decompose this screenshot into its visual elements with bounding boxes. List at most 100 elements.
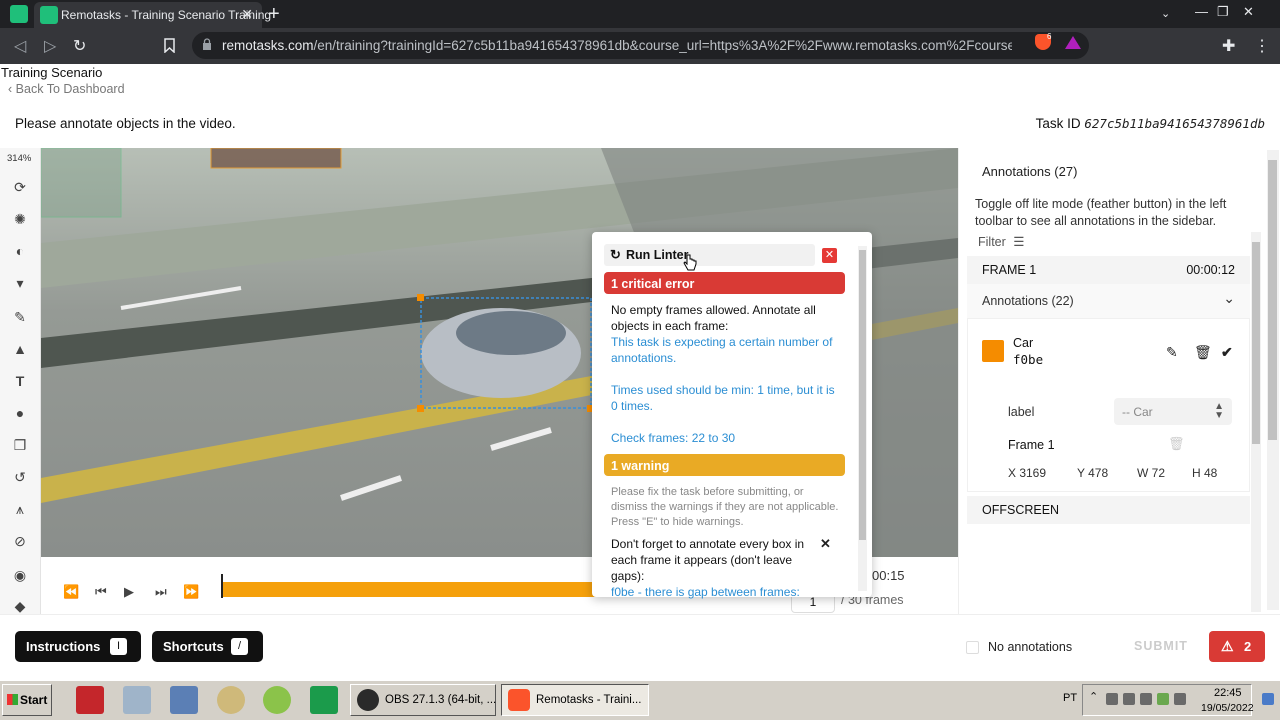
filezilla-icon[interactable]: [76, 686, 104, 714]
new-tab-icon[interactable]: +: [268, 3, 280, 26]
instructions-button[interactable]: Instructions I: [15, 631, 141, 662]
back-link-label: Back To Dashboard: [15, 82, 125, 96]
fast-forward-icon[interactable]: ⏩: [183, 584, 199, 600]
errors-button[interactable]: ⚠ 2: [1209, 631, 1265, 662]
obs-icon: [357, 689, 379, 711]
box-w: W 72: [1137, 466, 1166, 480]
tray-sync-icon[interactable]: [1157, 693, 1169, 705]
error-detail: This task is expecting a certain number …: [611, 335, 833, 365]
offscreen-section[interactable]: OFFSCREEN: [967, 496, 1250, 524]
brush-icon[interactable]: ▾: [10, 273, 30, 293]
warning-detail[interactable]: f0be - there is gap between frames:: [611, 584, 841, 600]
tray-network-icon[interactable]: [1174, 693, 1186, 705]
forward-icon[interactable]: ▷: [44, 36, 56, 56]
copy-icon[interactable]: ❐: [10, 435, 30, 455]
brave-rewards-icon[interactable]: [1065, 36, 1081, 49]
close-linter-icon[interactable]: ✕: [822, 248, 837, 263]
check-frames-link[interactable]: Check frames: 22 to 30: [611, 430, 841, 446]
tab-title: Remotasks - Training Scenario Training: [61, 8, 272, 22]
box-x: X 3169: [1008, 466, 1047, 480]
frame-header[interactable]: FRAME 1 00:00:12: [967, 256, 1250, 284]
menu-icon[interactable]: ⋮: [1254, 36, 1270, 56]
browser-tab-active[interactable]: Remotasks - Training Scenario Training ✕: [34, 2, 271, 28]
delete-trash-icon[interactable]: 🗑: [1194, 344, 1212, 361]
palette-icon[interactable]: ◉: [10, 565, 30, 585]
minimize-window-icon[interactable]: —: [1195, 4, 1208, 19]
warning-title: Don't forget to annotate every box in ea…: [611, 537, 805, 583]
tab-search-chevron-icon[interactable]: ⌄: [1161, 7, 1170, 20]
close-tab-icon[interactable]: ✕: [241, 6, 253, 23]
reload-icon[interactable]: ↻: [73, 36, 86, 56]
play-icon[interactable]: ▶: [124, 584, 134, 600]
dismiss-warning-icon[interactable]: ✕: [820, 536, 831, 552]
text-icon[interactable]: T: [10, 371, 30, 391]
comments-icon[interactable]: ●: [10, 403, 30, 423]
label-select[interactable]: -- Car ▲ ▼: [1114, 398, 1232, 425]
start-button[interactable]: Start: [2, 684, 52, 716]
previous-frame-icon[interactable]: ⏮: [95, 584, 107, 600]
next-frame-icon[interactable]: ⏭: [155, 584, 167, 600]
calculator-icon[interactable]: [123, 686, 151, 714]
annotations-list-scrollbar-thumb[interactable]: [1252, 242, 1260, 444]
box-y: Y 478: [1077, 466, 1109, 480]
back-to-dashboard-link[interactable]: ‹ Back To Dashboard: [8, 82, 125, 96]
chevron-down-icon[interactable]: ⌄: [1223, 290, 1235, 307]
language-indicator[interactable]: PT: [1063, 692, 1077, 704]
warning-triangle-icon: ⚠: [1221, 638, 1234, 654]
playhead[interactable]: [221, 574, 223, 598]
taskbar-remotasks[interactable]: Remotasks - Traini...: [501, 684, 649, 716]
start-label: Start: [20, 693, 48, 707]
shortcuts-button[interactable]: Shortcuts /: [152, 631, 263, 662]
history-icon[interactable]: ↺: [10, 467, 30, 487]
no-annotations-checkbox[interactable]: [966, 641, 979, 654]
instructions-label: Instructions: [26, 639, 101, 654]
show-desktop-icon[interactable]: [1262, 693, 1274, 705]
keyframe-trash-icon[interactable]: 🗑: [1168, 436, 1185, 452]
errors-count: 2: [1244, 639, 1252, 654]
url-path: /en/training?trainingId=627c5b11ba941654…: [313, 38, 1012, 53]
tray-expand-icon[interactable]: ⌃: [1089, 690, 1098, 703]
extensions-icon[interactable]: ✚: [1222, 36, 1235, 56]
close-window-icon[interactable]: ✕: [1243, 4, 1254, 20]
timeline-track[interactable]: [221, 582, 601, 597]
submit-button[interactable]: SUBMIT: [1122, 631, 1200, 662]
url-input[interactable]: remotasks.com/en/training?trainingId=627…: [192, 32, 1089, 59]
taskbar-obs[interactable]: OBS 27.1.3 (64-bit, ...: [350, 684, 496, 716]
contrast-icon[interactable]: ◐: [10, 241, 30, 261]
rewind-icon[interactable]: ⏪: [63, 584, 79, 600]
edit-pencil-icon[interactable]: ✎: [1166, 344, 1178, 361]
settings-icon[interactable]: ✺: [10, 209, 30, 229]
confirm-check-icon[interactable]: ✔: [1221, 344, 1233, 361]
sniping-tool-icon[interactable]: [263, 686, 291, 714]
shapes-icon[interactable]: ▲: [10, 339, 30, 359]
tray-volume-icon[interactable]: [1123, 693, 1135, 705]
filter-label: Filter: [978, 235, 1006, 249]
timeline-end-time: 00:15: [872, 568, 905, 583]
filter-button[interactable]: Filter ☰: [978, 234, 1024, 249]
tray-security-icon[interactable]: [1140, 693, 1152, 705]
chevron-left-icon: ‹: [8, 82, 13, 96]
remotasks-tab-icon[interactable]: [10, 5, 28, 23]
task-id-value: 627c5b11ba941654378961db: [1084, 116, 1265, 131]
annotations-group-header[interactable]: Annotations (22) ⌄: [967, 284, 1250, 318]
annotations-group-label: Annotations (22): [982, 294, 1074, 308]
paint-icon[interactable]: [217, 686, 245, 714]
network-app-icon[interactable]: [170, 686, 198, 714]
bookmark-icon[interactable]: [164, 38, 175, 53]
tray-app-icon[interactable]: [1106, 693, 1118, 705]
shortcut-app-icon[interactable]: [310, 686, 338, 714]
select-arrows-icon: ▲ ▼: [1214, 401, 1224, 421]
run-linter-button[interactable]: ↻ Run Linter: [604, 244, 815, 266]
linter-scrollbar-thumb[interactable]: [859, 250, 866, 540]
offscreen-label: OFFSCREEN: [982, 503, 1060, 517]
feather-icon[interactable]: ✎: [10, 307, 30, 327]
fill-icon[interactable]: ◆: [10, 596, 30, 616]
annotation-color-swatch: [982, 340, 1004, 362]
vertex-icon[interactable]: ⩚: [10, 499, 30, 519]
restore-window-icon[interactable]: ❐: [1217, 4, 1229, 20]
obs-task-label: OBS 27.1.3 (64-bit, ...: [385, 694, 497, 706]
hide-icon[interactable]: ⊘: [10, 531, 30, 551]
back-icon[interactable]: ◁: [14, 36, 26, 56]
sidebar-scrollbar-thumb[interactable]: [1268, 160, 1277, 440]
rotate-icon[interactable]: ⟳: [10, 177, 30, 197]
